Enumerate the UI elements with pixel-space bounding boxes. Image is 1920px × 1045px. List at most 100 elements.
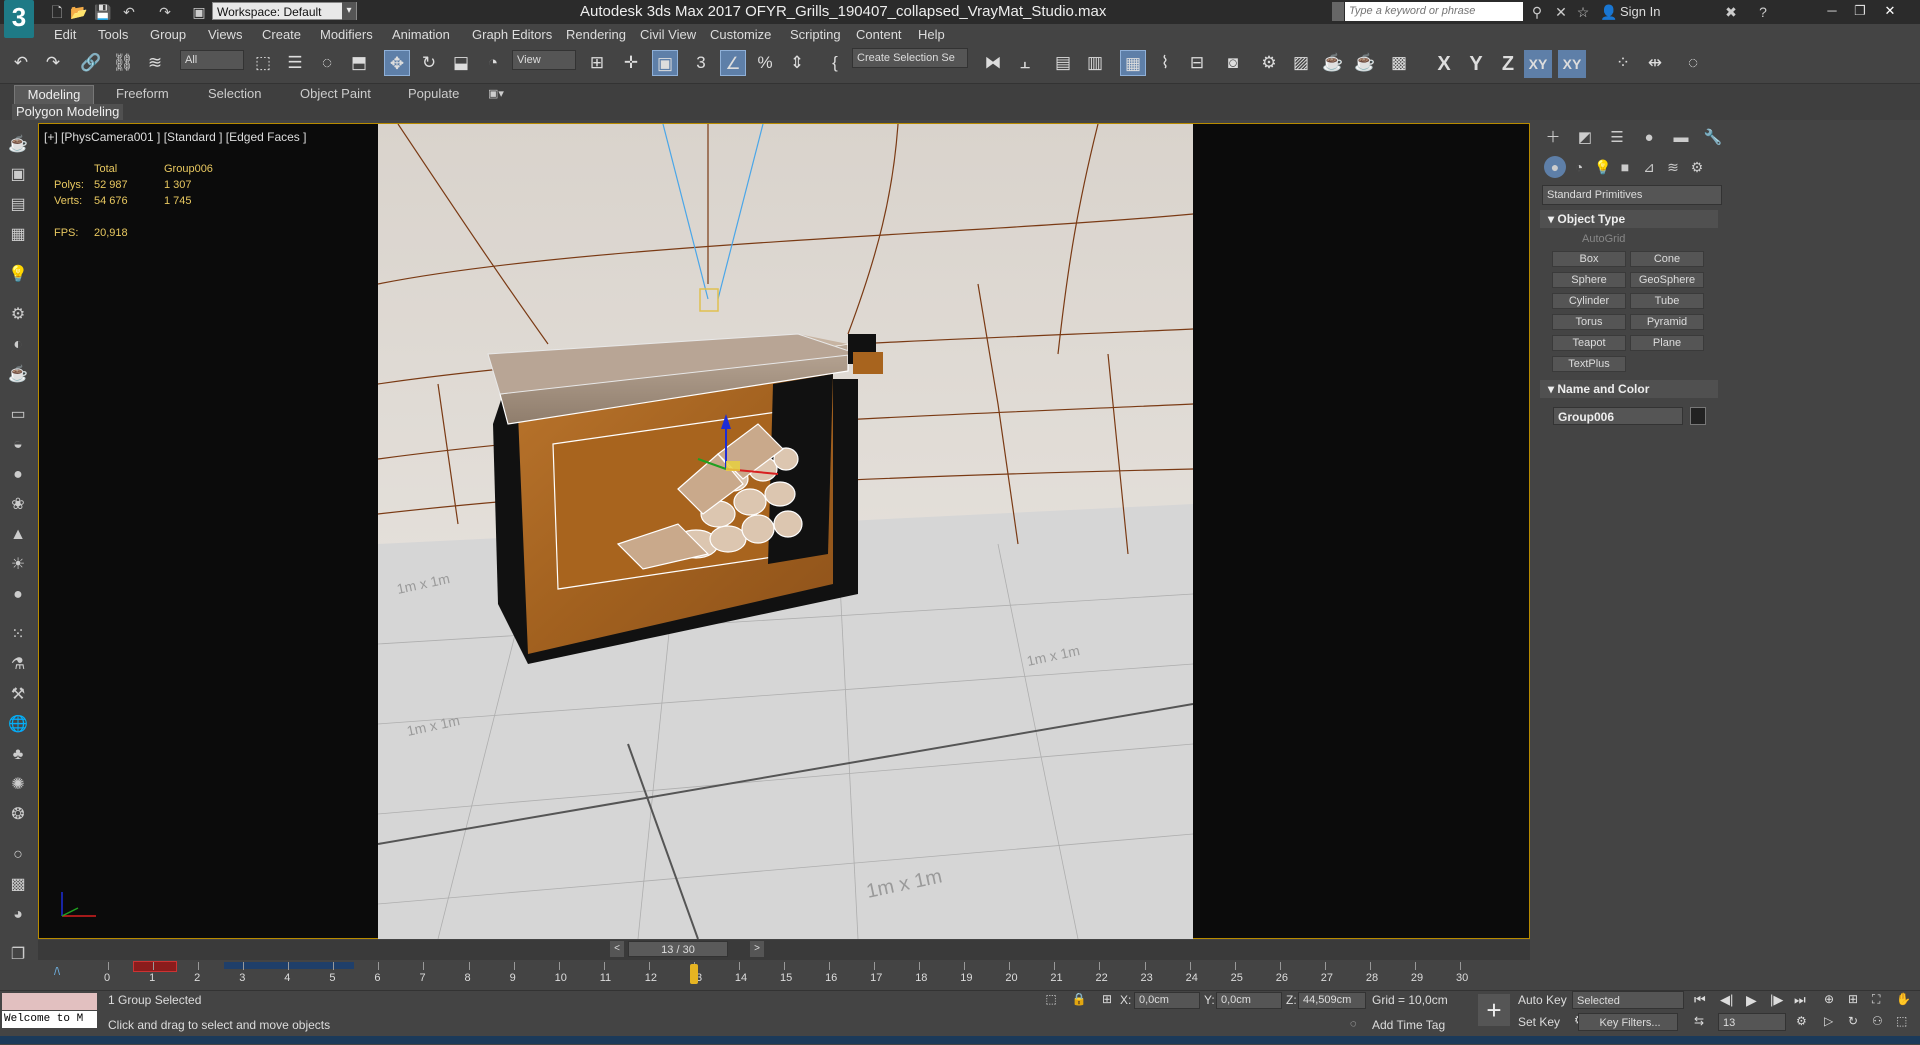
- named-selection-dropdown[interactable]: Create Selection Se: [852, 48, 968, 68]
- snaps-toggle-icon[interactable]: 3: [688, 50, 714, 76]
- search-dropdown-icon[interactable]: [1332, 2, 1344, 21]
- spinner-snap-icon[interactable]: ⇕: [784, 50, 810, 76]
- search-input[interactable]: [1345, 2, 1523, 21]
- select-and-rotate-icon[interactable]: ↻: [416, 50, 442, 76]
- reference-coordinate-dropdown[interactable]: View: [512, 50, 576, 70]
- ball-icon[interactable]: ●: [7, 584, 29, 606]
- menu-content[interactable]: Content: [856, 24, 902, 45]
- planet-icon[interactable]: 🌐: [7, 714, 29, 736]
- curve-editor-icon[interactable]: ⌇: [1152, 50, 1178, 76]
- zoom-all-icon[interactable]: ⊞: [1848, 992, 1866, 1010]
- link-icon[interactable]: 🔗: [78, 50, 104, 76]
- maximize-viewport-icon[interactable]: ⬚: [1896, 1014, 1914, 1032]
- axis-xy-cycle-button[interactable]: XY: [1558, 50, 1586, 78]
- sign-in-link[interactable]: Sign In: [1620, 2, 1660, 22]
- time-slider[interactable]: 13 / 30: [628, 941, 728, 957]
- menu-views[interactable]: Views: [208, 24, 242, 45]
- ribbon-options-icon[interactable]: ▣▾: [488, 85, 504, 103]
- fov-icon[interactable]: ▷: [1824, 1014, 1842, 1032]
- add-time-tag[interactable]: Add Time Tag: [1372, 1018, 1445, 1032]
- align-icon[interactable]: ⫠: [1012, 50, 1038, 76]
- utilities-tab-icon[interactable]: 🔧: [1700, 127, 1726, 149]
- light-icon[interactable]: 💡: [7, 264, 29, 286]
- sphere-icon[interactable]: ●: [7, 464, 29, 486]
- autogrid-checkbox[interactable]: AutoGrid: [1582, 233, 1625, 245]
- layer-explorer-icon[interactable]: ▥: [1082, 50, 1108, 76]
- display-tab-icon[interactable]: ▬: [1668, 127, 1694, 149]
- go-to-end-icon[interactable]: ⏭: [1794, 992, 1812, 1010]
- prev-frame-arrow-icon[interactable]: <: [610, 941, 624, 957]
- menu-civil-view[interactable]: Civil View: [640, 24, 696, 45]
- go-to-start-icon[interactable]: ⏮: [1694, 992, 1712, 1010]
- curve-editor-mini-icon[interactable]: /\: [44, 962, 70, 982]
- cone-icon[interactable]: ▲: [7, 524, 29, 546]
- next-frame-arrow-icon[interactable]: >: [750, 941, 764, 957]
- set-key-button[interactable]: Set Key: [1518, 1013, 1568, 1031]
- object-category-dropdown[interactable]: Standard Primitives: [1542, 185, 1722, 205]
- orbit-icon[interactable]: ↻: [1848, 1014, 1866, 1032]
- tab-object-paint[interactable]: Object Paint: [300, 85, 371, 103]
- isolate-icon[interactable]: ◌: [1680, 50, 1706, 76]
- shader-icon[interactable]: ◐: [7, 334, 29, 356]
- angle-snap-icon[interactable]: ∠: [720, 50, 746, 76]
- fur-icon[interactable]: ✺: [7, 774, 29, 796]
- pages-icon[interactable]: ❐: [7, 944, 29, 966]
- hierarchy-tab-icon[interactable]: ☰: [1604, 127, 1630, 149]
- sphere-button[interactable]: Sphere: [1552, 272, 1626, 288]
- walk-icon[interactable]: ⚇: [1872, 1014, 1890, 1032]
- systems-category-icon[interactable]: ⚙: [1686, 156, 1708, 178]
- key-filters-button[interactable]: Key Filters...: [1578, 1013, 1678, 1031]
- sun-icon[interactable]: ☀: [7, 554, 29, 576]
- modify-tab-icon[interactable]: ◩: [1572, 127, 1598, 149]
- axis-y-button[interactable]: Y: [1462, 50, 1490, 78]
- lights-category-icon[interactable]: 💡: [1592, 156, 1614, 178]
- menu-create[interactable]: Create: [262, 24, 301, 45]
- undo-icon[interactable]: ↶: [120, 3, 138, 21]
- textplus-button[interactable]: TextPlus: [1552, 356, 1626, 372]
- tab-freeform[interactable]: Freeform: [116, 85, 169, 103]
- tab-modeling[interactable]: Modeling: [14, 85, 94, 105]
- user-icon[interactable]: 👤: [1600, 3, 1618, 21]
- select-and-move-icon[interactable]: ✥: [384, 50, 410, 76]
- plant-icon[interactable]: ❀: [7, 494, 29, 516]
- render-icon[interactable]: ☕: [7, 364, 29, 386]
- z-coordinate-field[interactable]: 44,509cm: [1298, 992, 1366, 1009]
- scene-explorer-icon[interactable]: ▤: [1050, 50, 1076, 76]
- menu-help[interactable]: Help: [918, 24, 945, 45]
- play-icon[interactable]: ▶: [1746, 992, 1764, 1010]
- select-and-place-icon[interactable]: ◔: [480, 50, 506, 76]
- map-icon[interactable]: ▩: [7, 874, 29, 896]
- render-setup-icon[interactable]: ⚙: [1256, 50, 1282, 76]
- menu-group[interactable]: Group: [150, 24, 186, 45]
- grass-icon[interactable]: ♣: [7, 744, 29, 766]
- maximize-button[interactable]: ❐: [1846, 0, 1874, 22]
- select-by-name-icon[interactable]: ☰: [282, 50, 308, 76]
- mirror-icon[interactable]: ⧓: [980, 50, 1006, 76]
- keyboard-shortcut-override-icon[interactable]: ▣: [652, 50, 678, 76]
- new-file-icon[interactable]: 🗋: [48, 3, 66, 21]
- motion-tab-icon[interactable]: ●: [1636, 127, 1662, 149]
- manipulate-icon[interactable]: ✛: [618, 50, 644, 76]
- geometry-category-icon[interactable]: ●: [1544, 156, 1566, 178]
- tab-selection[interactable]: Selection: [208, 85, 261, 103]
- binoculars-icon[interactable]: ⚲: [1528, 3, 1546, 21]
- x-coordinate-field[interactable]: 0,0cm: [1134, 992, 1200, 1009]
- ribbon-toggle-icon[interactable]: ▦: [1120, 50, 1146, 76]
- create-icon[interactable]: ▣: [7, 164, 29, 186]
- current-time-marker[interactable]: [689, 964, 698, 984]
- polygon-modeling-panel[interactable]: Polygon Modeling: [12, 104, 124, 120]
- menu-tools[interactable]: Tools: [98, 24, 128, 45]
- exchange-apps-icon[interactable]: ✖: [1722, 3, 1740, 21]
- undo-scene-icon[interactable]: ↶: [8, 50, 34, 76]
- selection-region-icon[interactable]: ◌: [314, 50, 340, 76]
- scene-render[interactable]: 1m x 1m 1m x 1m 1m x 1m 1m x 1m: [378, 124, 1193, 939]
- unlink-icon[interactable]: ⛓: [110, 50, 136, 76]
- key-mode-toggle-icon[interactable]: ⇆: [1694, 1014, 1712, 1032]
- menu-customize[interactable]: Customize: [710, 24, 771, 45]
- minimize-button[interactable]: ─: [1818, 0, 1846, 22]
- edit-named-selections-icon[interactable]: {: [822, 50, 848, 76]
- percent-snap-icon[interactable]: %: [752, 50, 778, 76]
- favorites-star-icon[interactable]: ☆: [1574, 3, 1592, 21]
- shapes-category-icon[interactable]: ◔: [1568, 156, 1590, 178]
- workspace-arrow-icon[interactable]: ▾: [342, 2, 356, 20]
